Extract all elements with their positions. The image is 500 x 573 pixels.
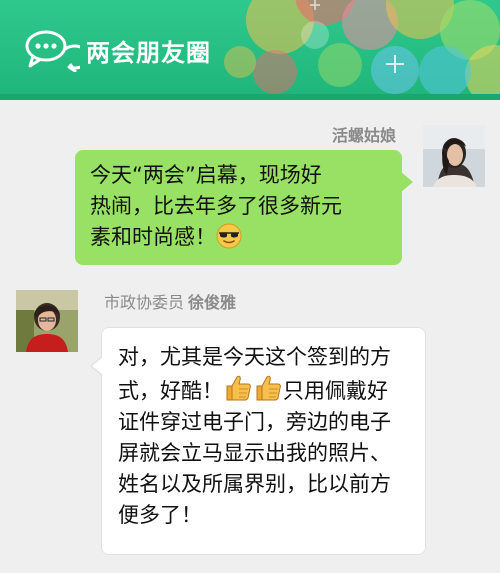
sender-title: 市政协委员 xyxy=(104,293,185,312)
message-text: 式，好酷！ xyxy=(118,379,223,403)
message-line: 式，好酷！ 只用佩戴好 xyxy=(118,373,411,407)
avatar[interactable] xyxy=(16,290,78,352)
sender-name: 活螺姑娘 xyxy=(331,126,396,145)
message-line: 素和时尚感！ xyxy=(90,222,388,253)
chat-bubbles-icon xyxy=(25,30,80,72)
message-line: 热闹，比去年多了很多新元 xyxy=(90,194,342,218)
message-line: 证件穿过电子门，旁边的电子 xyxy=(118,410,391,434)
message-text: 只用佩戴好 xyxy=(283,379,388,403)
app-header: 两会朋友圈 xyxy=(0,0,500,100)
sunglasses-emoji-icon xyxy=(216,223,242,249)
sender-label: 市政协委员 徐俊雅 xyxy=(104,289,236,313)
thumbs-up-emoji-icon xyxy=(226,375,251,401)
message-line: 姓名以及所属界别，比以前方 xyxy=(118,472,391,496)
message-line: 今天“两会”启幕，现场好 xyxy=(90,163,322,187)
thumbs-up-emoji-icon xyxy=(256,375,281,401)
message-line: 屏就会立马显示出我的照片、 xyxy=(118,441,391,465)
sender-name: 徐俊雅 xyxy=(188,293,237,312)
message-bubble: 对，尤其是今天这个签到的方 式，好酷！ 只用佩戴好 证件穿过电子门，旁边的电子 … xyxy=(90,327,426,555)
message-bubble: 今天“两会”启幕，现场好 热闹，比去年多了很多新元 素和时尚感！ xyxy=(75,150,413,265)
bokeh-decoration xyxy=(224,0,500,100)
message-line: 便多了！ xyxy=(118,503,202,527)
message-line: 对，尤其是今天这个签到的方 xyxy=(118,345,391,369)
avatar[interactable] xyxy=(423,125,485,187)
page-title: 两会朋友圈 xyxy=(86,39,211,67)
message-text: 素和时尚感！ xyxy=(90,225,216,249)
header-band xyxy=(0,94,500,100)
